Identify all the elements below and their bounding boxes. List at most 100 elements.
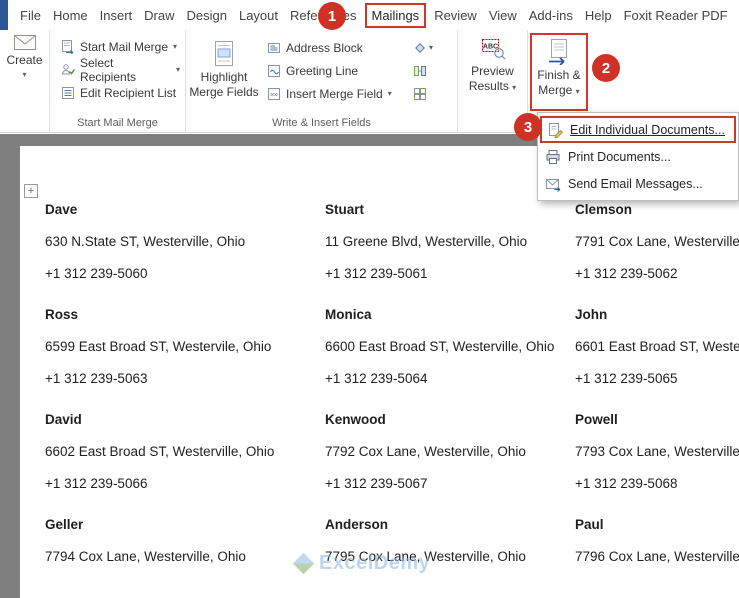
create-button[interactable]: Create ▾ <box>6 30 43 110</box>
exceldemy-watermark: ExcelDemy <box>292 552 431 575</box>
contact-phone: +1 312 239-5062 <box>575 266 678 281</box>
contact-name: Anderson <box>325 517 389 532</box>
envelope-icon <box>13 35 36 50</box>
merged-labels-grid: Dave 630 N.State ST, Westerville, Ohio +… <box>45 201 739 598</box>
annotation-step-2-badge: 2 <box>592 54 620 82</box>
dropdown-chevron-icon: ▾ <box>512 83 517 92</box>
contact-cell: John 6601 East Broad ST, Westerville, Oh… <box>575 306 739 387</box>
contact-address: 6600 East Broad ST, Westerville, Ohio <box>325 339 555 354</box>
select-recipients-button[interactable]: Select Recipients ▾ <box>56 55 185 84</box>
contact-cell: Geller 7794 Cox Lane, Westerville, Ohio <box>45 516 325 580</box>
tab-review[interactable]: Review <box>428 3 483 28</box>
exceldemy-watermark-text: ExcelDemy <box>319 552 431 574</box>
contact-address: 6599 East Broad ST, Westervile, Ohio <box>45 339 272 354</box>
contact-name: Stuart <box>325 202 365 217</box>
print-documents-label: Print Documents... <box>568 149 671 164</box>
menu-item-send-email-messages[interactable]: Send Email Messages... <box>538 170 738 197</box>
finish-merge-icon <box>546 38 572 65</box>
contact-name: Dave <box>45 202 78 217</box>
print-documents-icon <box>545 149 561 165</box>
finish-and-merge-button[interactable]: Finish & Merge ▾ <box>530 33 588 111</box>
write-insert-fields-group: Highlight Merge Fields Address Block Gree… <box>186 30 458 132</box>
contact-phone: +1 312 239-5067 <box>325 476 428 491</box>
finish-merge-dropdown-menu: Edit Individual Documents... Print Docum… <box>537 112 739 201</box>
contact-phone: +1 312 239-5063 <box>45 371 148 386</box>
tab-home[interactable]: Home <box>47 3 94 28</box>
contact-address: 7791 Cox Lane, Westerville, Ohio <box>575 234 739 249</box>
contact-address: 7793 Cox Lane, Westerville, Ohio <box>575 444 739 459</box>
dropdown-chevron-icon: ▾ <box>175 64 180 74</box>
document-page[interactable]: + Dave 630 N.State ST, Westerville, Ohio… <box>20 146 739 598</box>
tab-layout[interactable]: Layout <box>233 3 284 28</box>
address-block-button[interactable]: Address Block <box>262 36 410 59</box>
contact-phone: +1 312 239-5065 <box>575 371 678 386</box>
contact-phone: +1 312 239-5068 <box>575 476 678 491</box>
edit-recipient-list-label: Edit Recipient List <box>80 85 177 100</box>
document-area: + Dave 630 N.State ST, Westerville, Ohio… <box>0 134 739 598</box>
insert-merge-field-button[interactable]: «» Insert Merge Field ▾ <box>262 82 410 105</box>
contact-cell: Kenwood 7792 Cox Lane, Westerville, Ohio… <box>325 411 575 492</box>
edit-individual-documents-label: Edit Individual Documents... <box>570 122 725 137</box>
tab-mailings[interactable]: Mailings <box>364 2 427 28</box>
svg-text:ABC: ABC <box>482 44 497 51</box>
contact-name: John <box>575 307 608 322</box>
rules-button[interactable]: ▾ <box>410 36 436 59</box>
contact-cell: Ross 6599 East Broad ST, Westervile, Ohi… <box>45 306 325 387</box>
preview-results-label: Preview Results ▾ <box>468 64 517 93</box>
create-label: Create <box>6 53 43 67</box>
highlight-merge-fields-label: Highlight Merge Fields <box>189 70 259 99</box>
update-labels-button[interactable] <box>410 82 430 105</box>
greeting-line-icon <box>267 64 281 78</box>
tab-draw[interactable]: Draw <box>138 3 180 28</box>
send-email-messages-label: Send Email Messages... <box>568 176 703 191</box>
rules-icon <box>413 41 427 55</box>
contact-cell: Powell 7793 Cox Lane, Westerville, Ohio … <box>575 411 739 492</box>
tab-insert[interactable]: Insert <box>94 3 139 28</box>
dropdown-chevron-icon: ▾ <box>429 42 434 52</box>
edit-recipient-list-button[interactable]: Edit Recipient List <box>56 81 185 104</box>
dropdown-chevron-icon: ▾ <box>575 87 580 96</box>
preview-results-icon: ABC <box>480 35 506 61</box>
contact-address: 6601 East Broad ST, Westerville, Ohio <box>575 339 739 354</box>
dropdown-chevron-icon: ▾ <box>387 88 392 98</box>
contact-name: Paul <box>575 517 604 532</box>
highlight-merge-fields-button[interactable]: Highlight Merge Fields <box>186 35 262 115</box>
create-group: Create ▾ <box>0 30 50 132</box>
table-move-handle[interactable]: + <box>24 184 38 198</box>
exceldemy-logo-icon <box>292 552 315 575</box>
tab-help[interactable]: Help <box>579 3 618 28</box>
svg-text:«»: «» <box>270 91 278 98</box>
select-recipients-label: Select Recipients <box>80 55 137 84</box>
contact-name: Kenwood <box>325 412 386 427</box>
menu-item-edit-individual-documents[interactable]: Edit Individual Documents... <box>540 116 736 143</box>
highlight-merge-fields-icon <box>212 40 236 67</box>
insert-merge-field-icon: «» <box>267 87 281 101</box>
annotation-step-1-badge: 1 <box>318 2 346 30</box>
tab-file[interactable]: File <box>14 3 47 28</box>
start-mail-merge-group: Start Mail Merge ▾ Select Recipients ▾ E… <box>50 30 186 132</box>
contact-name: Clemson <box>575 202 633 217</box>
contact-address: 7796 Cox Lane, Westerville, Ohio <box>575 549 739 564</box>
tab-design[interactable]: Design <box>181 3 233 28</box>
contact-name: Powell <box>575 412 618 427</box>
tab-view[interactable]: View <box>483 3 523 28</box>
tab-add-ins[interactable]: Add-ins <box>523 3 579 28</box>
greeting-line-button[interactable]: Greeting Line <box>262 59 410 82</box>
contact-cell: David 6602 East Broad ST, Westerville, O… <box>45 411 325 492</box>
contact-address: 11 Greene Blvd, Westerville, Ohio <box>325 234 528 249</box>
select-recipients-icon <box>61 63 75 77</box>
tab-foxit-reader-pdf[interactable]: Foxit Reader PDF <box>618 3 734 28</box>
dropdown-chevron-icon: ▾ <box>22 70 27 79</box>
update-labels-icon <box>413 87 427 101</box>
contact-address: 6602 East Broad ST, Westerville, Ohio <box>45 444 275 459</box>
menu-item-print-documents[interactable]: Print Documents... <box>538 143 738 170</box>
edit-individual-documents-icon <box>547 122 563 138</box>
contact-cell: Clemson 7791 Cox Lane, Westerville, Ohio… <box>575 201 739 282</box>
contact-name: Ross <box>45 307 79 322</box>
contact-cell: Paul 7796 Cox Lane, Westerville, Ohio <box>575 516 739 580</box>
preview-results-button[interactable]: ABC Preview Results ▾ <box>469 30 516 110</box>
match-fields-icon <box>413 64 427 78</box>
send-email-messages-icon <box>545 176 561 192</box>
contact-name: Monica <box>325 307 372 322</box>
match-fields-button[interactable] <box>410 59 430 82</box>
